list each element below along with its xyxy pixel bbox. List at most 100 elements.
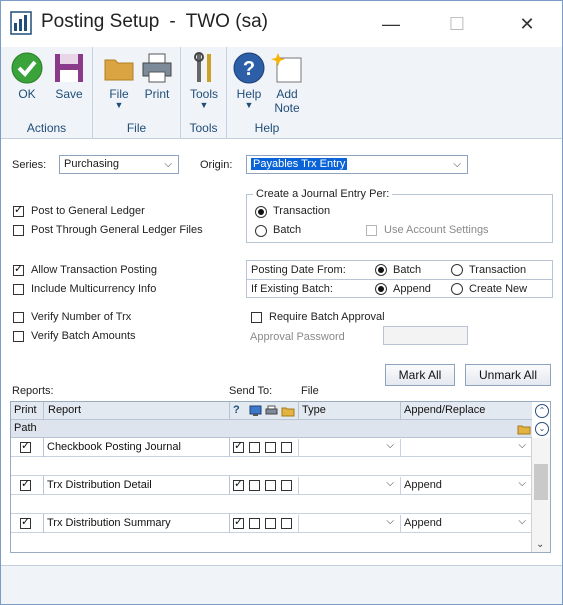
journal-transaction-radio[interactable] [255,206,267,218]
print-checkbox[interactable] [20,477,31,491]
grid-scrollbar[interactable]: ⌄ [531,438,550,552]
ok-label: OK [18,87,36,101]
expand-icon[interactable]: ⌄ [535,422,549,436]
approval-password-label: Approval Password [250,331,345,343]
scroll-down-icon[interactable]: ⌄ [536,539,544,550]
post-through-gl-checkbox[interactable] [13,225,24,236]
append-replace-select[interactable]: ⌵ [400,439,532,456]
ribbon-group-label-actions: Actions [26,121,67,135]
header-print: Print [14,404,37,416]
status-bar [1,565,562,604]
posting-date-transaction-radio[interactable] [451,264,463,276]
folder-icon[interactable] [517,423,531,435]
cell-divider [43,514,44,533]
posting-date-divider [246,279,553,280]
ribbon-group-tools: Tools ▼ Tools [181,47,227,139]
cell-divider [229,438,230,457]
title-bar: Posting Setup - TWO (sa) — ☐ ✕ [1,1,562,47]
tools-menu-button[interactable]: Tools ▼ [184,51,224,110]
send-file-checkbox[interactable] [265,442,276,453]
append-replace-value: Append [404,479,442,491]
journal-batch-label: Batch [273,224,302,236]
unmark-all-button[interactable]: Unmark All [465,364,551,386]
send-email-checkbox[interactable] [281,518,292,529]
origin-select[interactable]: Payables Trx Entry ⌵ [246,155,468,174]
post-to-gl-checkbox[interactable] [13,203,24,217]
approval-password-field[interactable] [383,326,468,345]
send-file-checkbox[interactable] [265,480,276,491]
if-existing-batch-label: If Existing Batch: [251,283,333,295]
minimize-button[interactable]: — [369,9,413,39]
existing-append-radio[interactable] [375,283,387,295]
chevron-down-icon: ▼ [199,100,209,110]
grid-header: Print Report ? Type Append/Replace [11,402,532,420]
save-button[interactable]: Save [49,51,89,101]
print-checkbox[interactable] [20,515,31,529]
path-line [11,495,532,514]
add-note-button[interactable]: Add Note [267,51,307,115]
chevron-down-icon: ⌵ [386,516,394,527]
file-type-select[interactable]: ⌵ [298,477,400,494]
append-replace-select[interactable]: Append ⌵ [400,477,532,494]
collapse-icon[interactable]: ⌃ [535,404,549,418]
allow-trx-posting-checkbox[interactable] [13,262,24,276]
send-email-checkbox[interactable] [281,480,292,491]
include-multicurrency-checkbox[interactable] [13,284,24,295]
file-label: File [109,87,129,101]
file-type-select[interactable]: ⌵ [298,439,400,456]
ribbon-group-help: ? Help ▼ Add Note Help [227,47,307,139]
folder-icon[interactable] [281,405,295,417]
use-account-settings-checkbox[interactable] [366,225,377,236]
posting-setup-window: Posting Setup - TWO (sa) — ☐ ✕ OK Save Act… [0,0,563,605]
send-to-label: Send To: [229,385,273,397]
print-button[interactable]: Print [137,51,177,101]
series-label: Series: [12,159,47,171]
chevron-down-icon: ⌵ [518,516,526,527]
screen-icon[interactable] [249,405,262,417]
help-menu-button[interactable]: ? Help ▼ [229,51,269,110]
send-email-checkbox[interactable] [281,442,292,453]
svg-text:?: ? [243,58,255,80]
send-printer-checkbox[interactable] [249,480,260,491]
close-button[interactable]: ✕ [505,9,549,39]
minimize-icon: — [382,14,400,34]
cell-divider [229,476,230,495]
help-icon: ? [232,51,266,85]
app-icon [10,11,32,35]
print-checkbox[interactable] [20,439,31,453]
send-screen-checkbox[interactable] [233,439,244,453]
send-printer-checkbox[interactable] [249,442,260,453]
scrollbar-thumb[interactable] [534,464,548,500]
path-line [11,457,532,476]
chevron-down-icon: ⌵ [453,159,461,170]
verify-number-trx-checkbox[interactable] [13,312,24,323]
journal-batch-radio[interactable] [255,225,267,237]
verify-batch-amounts-checkbox[interactable] [13,331,24,342]
send-file-checkbox[interactable] [265,518,276,529]
printer-icon [140,51,174,85]
posting-date-from-label: Posting Date From: [251,264,346,276]
ok-check-icon [10,51,44,85]
append-replace-select[interactable]: Append ⌵ [400,515,532,532]
posting-date-batch-radio[interactable] [375,264,387,276]
printer-icon[interactable] [265,405,278,417]
send-screen-checkbox[interactable] [233,515,244,529]
existing-create-new-radio[interactable] [451,283,463,295]
header-question-icon[interactable]: ? [233,404,240,416]
require-batch-approval-checkbox[interactable] [251,312,262,323]
reports-label: Reports: [12,385,54,397]
allow-trx-posting-label: Allow Transaction Posting [31,264,157,276]
ok-button[interactable]: OK [7,51,47,101]
file-type-select[interactable]: ⌵ [298,515,400,532]
series-select[interactable]: Purchasing ⌵ [59,155,179,174]
grid-subheader: Path [11,420,532,438]
maximize-icon: ☐ [448,14,466,34]
send-screen-checkbox[interactable] [233,477,244,491]
send-printer-checkbox[interactable] [249,518,260,529]
table-row: Trx Distribution Detail ⌵ Append ⌵ [11,476,532,514]
print-label: Print [144,87,170,101]
require-batch-approval-label: Require Batch Approval [269,311,385,323]
maximize-button[interactable]: ☐ [435,9,479,39]
mark-all-button[interactable]: Mark All [385,364,455,386]
file-menu-button[interactable]: File ▼ [99,51,139,110]
